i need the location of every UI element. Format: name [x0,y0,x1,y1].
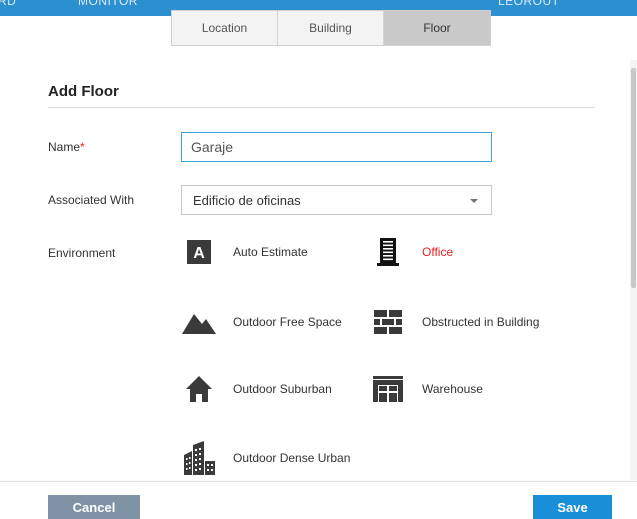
page-title: Add Floor [48,83,119,100]
save-button[interactable]: Save [533,495,612,519]
house-icon [181,371,217,407]
warehouse-icon [370,371,406,407]
environment-option-label: Auto Estimate [233,245,308,259]
environment-option-outdoor-free-space[interactable]: Outdoor Free Space [181,304,342,340]
office-building-icon [370,234,406,270]
environment-option-obstructed-in-building[interactable]: Obstructed in Building [370,304,539,340]
name-label: Name* [48,140,85,154]
tab-floor[interactable]: Floor [384,11,490,45]
scrollbar-thumb[interactable] [631,68,636,288]
brick-wall-icon [370,304,406,340]
environment-option-outdoor-suburban[interactable]: Outdoor Suburban [181,371,332,407]
city-buildings-icon [181,440,217,476]
wizard-tabs: Location Building Floor [171,10,491,46]
environment-option-label: Office [422,245,454,259]
environment-option-warehouse[interactable]: Warehouse [370,371,483,407]
associated-with-label: Associated With [48,193,135,207]
environment-label: Environment [48,246,116,260]
environment-option-label: Outdoor Free Space [233,315,342,329]
tab-building[interactable]: Building [278,11,384,45]
environment-option-auto-estimate[interactable]: A Auto Estimate [181,234,308,270]
required-marker: * [80,140,85,154]
footer-divider [0,481,637,482]
chevron-down-icon [470,199,478,203]
associated-with-value: Edificio de oficinas [193,192,301,208]
cancel-button[interactable]: Cancel [48,495,140,519]
tab-location[interactable]: Location [172,11,278,45]
name-input[interactable] [181,132,492,162]
environment-option-outdoor-dense-urban[interactable]: Outdoor Dense Urban [181,440,350,476]
environment-option-label: Warehouse [422,382,483,396]
environment-option-label: Outdoor Suburban [233,382,332,396]
top-nav-item[interactable]: LEOROUT [498,0,560,8]
auto-estimate-icon: A [181,234,217,270]
mountain-icon [181,304,217,340]
top-nav-item[interactable]: RD [0,0,16,8]
associated-with-select[interactable]: Edificio de oficinas [181,185,492,215]
environment-option-office[interactable]: Office [370,234,453,270]
heading-divider [48,107,595,108]
svg-text:A: A [193,245,205,262]
top-nav-item-monitor[interactable]: MONITOR [78,0,138,8]
environment-option-label: Obstructed in Building [422,315,540,329]
environment-option-label: Outdoor Dense Urban [233,451,351,465]
